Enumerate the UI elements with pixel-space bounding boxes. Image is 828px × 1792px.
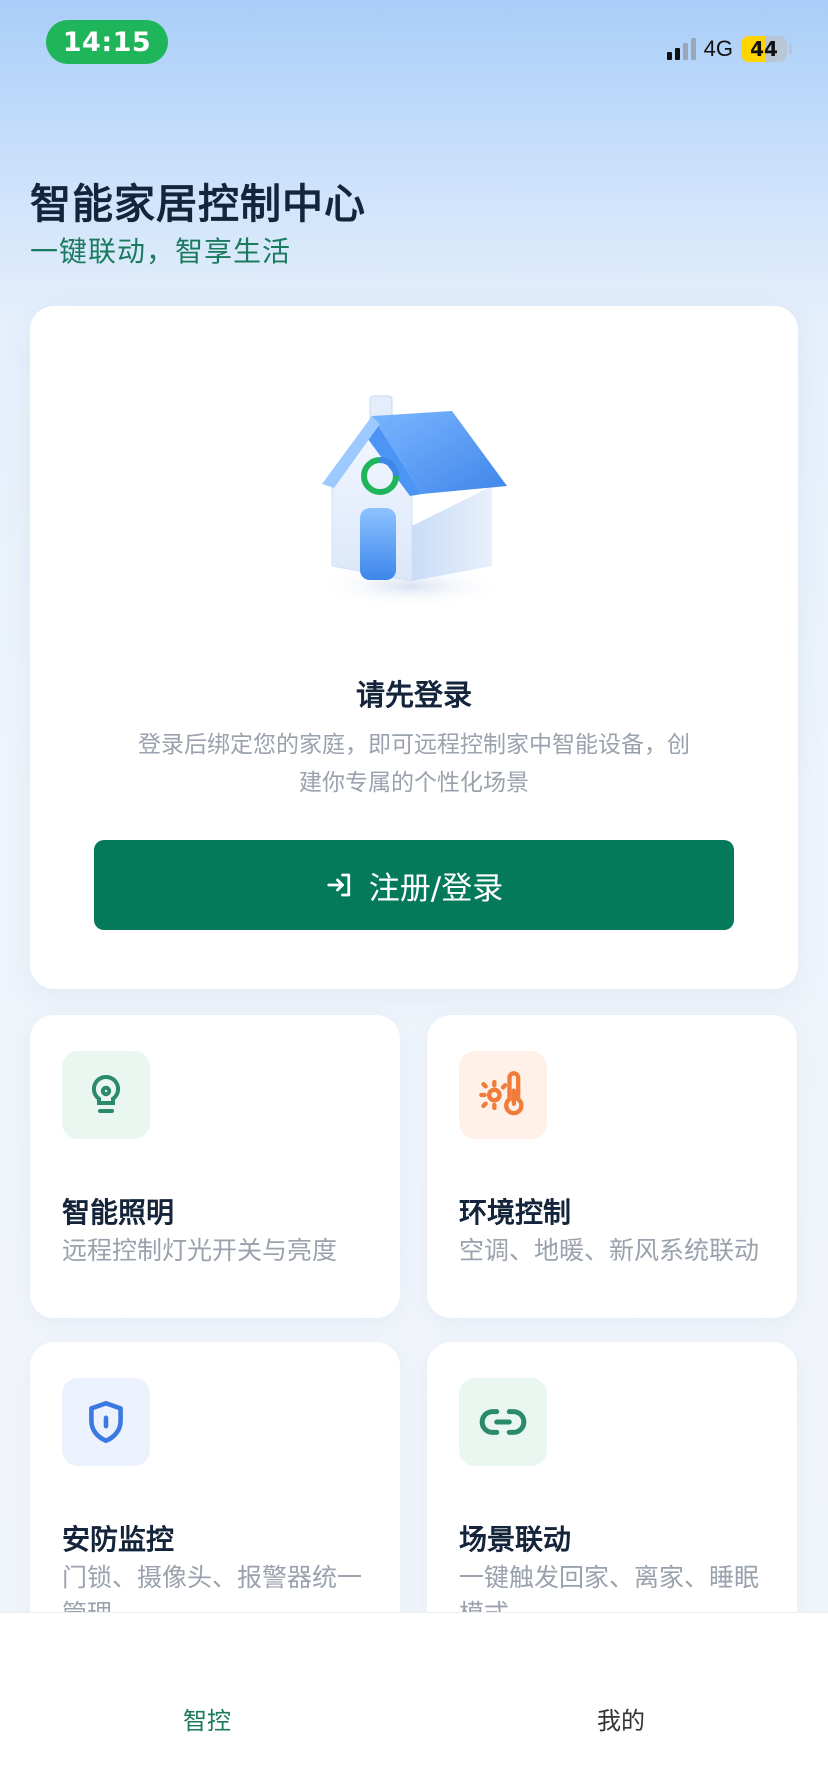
status-indicators: 4G 44 (666, 34, 792, 64)
feature-card-lighting[interactable]: 智能照明 远程控制灯光开关与亮度 (30, 1015, 400, 1318)
shield-icon (89, 1400, 123, 1444)
page-subtitle: 一键联动，智享生活 (30, 235, 292, 268)
feature-title: 环境控制 (459, 1196, 572, 1229)
house-icon (315, 395, 507, 608)
feature-card-environment[interactable]: 环境控制 空调、地暖、新风系统联动 (427, 1015, 797, 1318)
feature-description: 远程控制灯光开关与亮度 (62, 1236, 338, 1265)
battery-icon: 44 (741, 36, 787, 62)
register-login-button[interactable]: 注册/登录 (94, 840, 734, 930)
login-icon (327, 873, 350, 897)
login-title: 请先登录 (355, 678, 472, 712)
signal-icon (666, 38, 696, 60)
tab-mine[interactable]: 我的 (597, 1701, 645, 1736)
feature-card-security[interactable]: 安防监控 门锁、摄像头、报警器统一管理 (30, 1342, 400, 1645)
page-title: 智能家居控制中心 (30, 180, 366, 228)
lightbulb-icon (91, 1074, 121, 1113)
thermometer-sun-icon (479, 1071, 524, 1116)
bottom-nav: 智控 我的 (0, 1612, 828, 1792)
feature-description: 空调、地暖、新风系统联动 (459, 1236, 760, 1265)
login-card: 请先登录 登录后绑定您的家庭，即可远程控制家中智能设备，创建你专属的个性化场景 … (30, 306, 798, 989)
feature-card-scene[interactable]: 场景联动 一键触发回家、离家、睡眠模式 (427, 1342, 797, 1645)
feature-title: 场景联动 (459, 1523, 572, 1556)
link-icon (479, 1409, 527, 1435)
network-type: 4G (703, 36, 733, 61)
feature-title: 智能照明 (62, 1196, 175, 1229)
register-login-label: 注册/登录 (368, 870, 504, 907)
tab-smart-control[interactable]: 智控 (183, 1701, 231, 1736)
status-time: 14:15 (46, 20, 168, 64)
feature-title: 安防监控 (62, 1523, 175, 1556)
login-description: 登录后绑定您的家庭，即可远程控制家中智能设备，创建你专属的个性化场景 (138, 732, 690, 796)
battery-level: 44 (750, 37, 778, 61)
